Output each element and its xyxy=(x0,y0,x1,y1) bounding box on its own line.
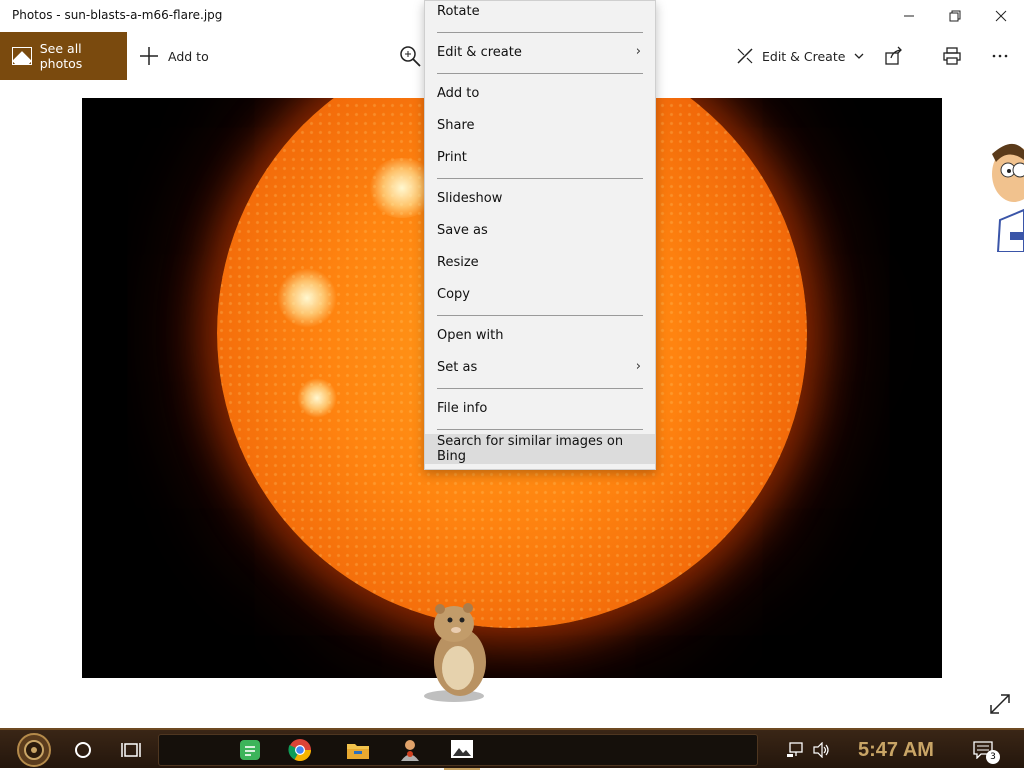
menu-separator xyxy=(437,32,643,33)
menu-item-label: Search for similar images on Bing xyxy=(437,434,624,464)
taskbar-clock[interactable]: 5:47 AM xyxy=(846,730,946,770)
start-icon xyxy=(17,733,51,767)
edit-icon xyxy=(737,48,753,64)
chevron-right-icon: › xyxy=(635,359,641,374)
menu-item-rotate[interactable]: Rotate xyxy=(425,0,655,26)
taskbar: 5:47 AM 3 xyxy=(0,728,1024,770)
person-app-button[interactable] xyxy=(392,730,428,770)
chevron-down-icon xyxy=(854,53,864,59)
see-all-photos-label: See all photos xyxy=(39,41,83,71)
menu-item-share[interactable]: Share xyxy=(425,110,655,140)
chrome-icon xyxy=(288,739,311,761)
print-icon xyxy=(943,47,961,65)
menu-separator xyxy=(437,429,643,430)
zoom-icon xyxy=(400,46,421,67)
menu-item-label: Set as xyxy=(437,359,478,375)
cortana-icon xyxy=(75,742,91,758)
volume-icon xyxy=(813,742,829,758)
menu-item-file-info[interactable]: File info xyxy=(425,393,655,423)
window-title: Photos - sun-blasts-a-m66-flare.jpg xyxy=(12,8,223,22)
edit-create-label: Edit & Create xyxy=(762,48,846,64)
menu-item-add-to[interactable]: Add to xyxy=(425,78,655,108)
network-button[interactable] xyxy=(782,730,808,770)
minimize-button[interactable] xyxy=(886,0,932,32)
menu-item-label: Save as xyxy=(437,222,488,238)
menu-item-edit-create[interactable]: Edit & create › xyxy=(425,37,655,67)
menu-item-label: Edit & create xyxy=(437,44,522,60)
task-view-icon xyxy=(121,743,141,757)
minimize-icon xyxy=(904,15,914,17)
start-button[interactable] xyxy=(8,730,60,770)
menu-item-label: Rotate xyxy=(437,3,480,19)
picture-icon xyxy=(12,47,32,65)
see-all-photos-button[interactable]: See all photos xyxy=(0,32,127,80)
notes-app-icon xyxy=(240,740,260,760)
restore-icon xyxy=(949,10,961,22)
menu-item-label: Share xyxy=(437,117,475,133)
desktop-pet-cartoon-man xyxy=(992,143,1024,252)
menu-item-label: Slideshow xyxy=(437,190,503,206)
menu-item-label: Copy xyxy=(437,286,470,302)
close-icon xyxy=(995,10,1007,22)
full-screen-icon[interactable] xyxy=(986,690,1014,718)
close-button[interactable] xyxy=(978,0,1024,32)
photos-app-button[interactable] xyxy=(444,730,480,770)
menu-item-print[interactable]: Print xyxy=(425,142,655,172)
notification-count-badge: 3 xyxy=(986,750,1000,764)
menu-item-label: File info xyxy=(437,400,488,416)
file-explorer-icon xyxy=(347,744,369,759)
share-icon xyxy=(885,46,902,65)
menu-item-search-bing[interactable]: Search for similar images on Bing xyxy=(425,434,655,464)
menu-item-open-with[interactable]: Open with xyxy=(425,320,655,350)
more-button[interactable] xyxy=(988,44,1012,68)
zoom-button[interactable] xyxy=(398,44,422,68)
menu-separator xyxy=(437,315,643,316)
volume-button[interactable] xyxy=(808,730,834,770)
add-to-button[interactable]: Add to xyxy=(138,32,209,80)
person-app-icon xyxy=(401,740,419,761)
menu-separator xyxy=(437,73,643,74)
menu-separator xyxy=(437,388,643,389)
menu-item-label: Open with xyxy=(437,327,504,343)
chevron-right-icon: › xyxy=(635,44,641,59)
plus-icon xyxy=(140,47,158,65)
network-icon xyxy=(787,742,803,757)
menu-item-copy[interactable]: Copy xyxy=(425,279,655,309)
desktop-pet-hamster xyxy=(424,603,486,702)
context-menu: Rotate Edit & create › Add to Share Print… xyxy=(424,0,656,470)
menu-item-label: Print xyxy=(437,149,467,165)
menu-item-resize[interactable]: Resize xyxy=(425,247,655,277)
more-icon xyxy=(992,54,1008,58)
chrome-button[interactable] xyxy=(282,730,318,770)
notifications-button[interactable]: 3 xyxy=(966,730,1000,770)
menu-item-label: Add to xyxy=(437,85,480,101)
print-button[interactable] xyxy=(940,44,964,68)
file-explorer-button[interactable] xyxy=(340,730,376,770)
menu-separator xyxy=(437,178,643,179)
notes-app-button[interactable] xyxy=(232,730,268,770)
edit-create-button[interactable]: Edit & Create xyxy=(736,32,865,80)
share-button[interactable] xyxy=(882,44,906,68)
menu-item-slideshow[interactable]: Slideshow xyxy=(425,183,655,213)
cortana-button[interactable] xyxy=(66,730,100,770)
photos-app-icon xyxy=(451,740,473,758)
task-view-button[interactable] xyxy=(114,730,148,770)
menu-item-label: Resize xyxy=(437,254,479,270)
restore-button[interactable] xyxy=(932,0,978,32)
menu-item-save-as[interactable]: Save as xyxy=(425,215,655,245)
menu-item-set-as[interactable]: Set as › xyxy=(425,352,655,382)
add-to-label: Add to xyxy=(168,48,209,64)
